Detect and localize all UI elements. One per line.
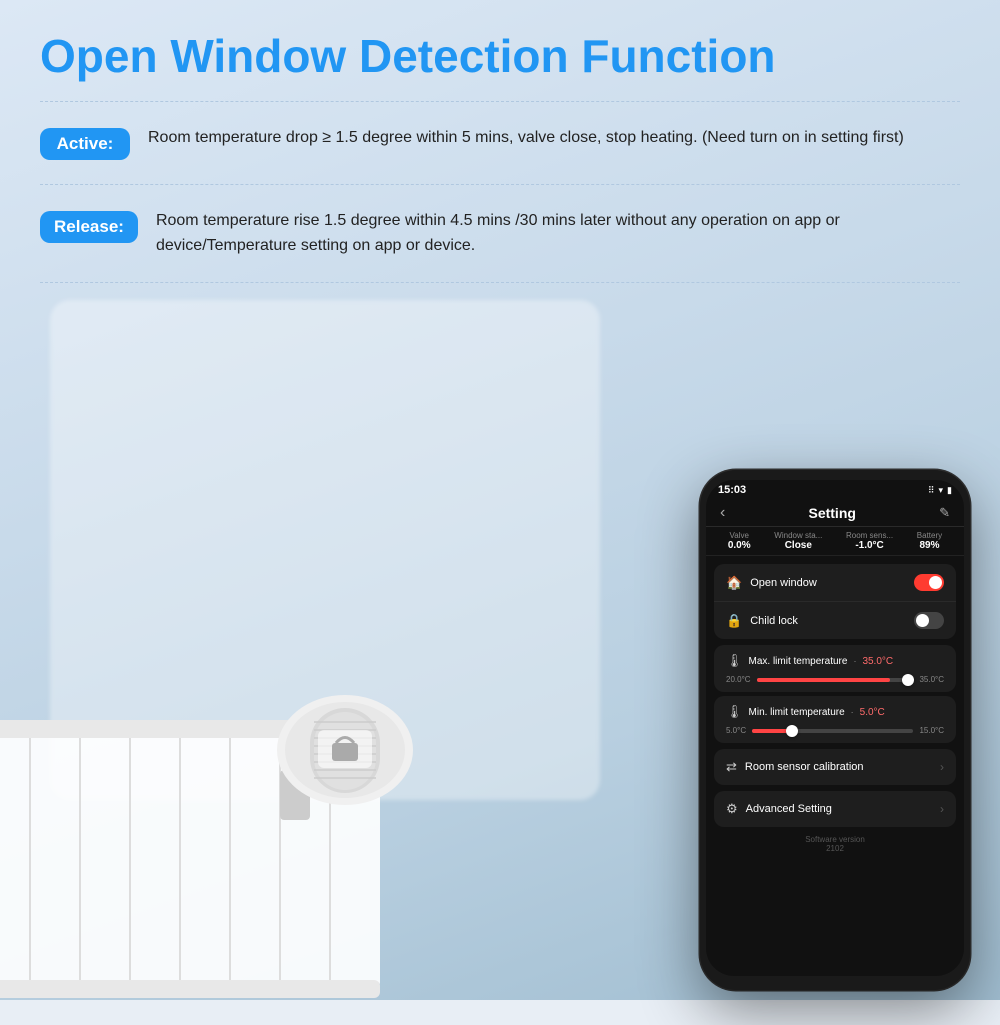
child-lock-label: Child lock [750,615,798,627]
max-temp-separator: · [853,656,856,666]
advanced-row[interactable]: ⚙ Advanced Setting › [714,791,956,827]
room-sensor-label: Room sens... [846,531,893,540]
max-temp-slider-container: 20.0°C 35.0°C [726,675,944,684]
min-temp-section: 🌡 Min. limit temperature · 5.0°C 5.0°C 1… [714,696,956,743]
setting-title: Setting [725,505,939,521]
software-version-label: Software version [706,835,964,844]
room-sensor-chevron: › [940,760,944,774]
advanced-left: ⚙ Advanced Setting [726,801,832,817]
open-window-row: 🏠 Open window [714,564,956,602]
min-temp-separator: · [851,707,854,717]
min-temp-slider-track[interactable] [752,729,913,733]
child-lock-icon: 🔒 [726,613,742,629]
max-slider-min-label: 20.0°C [726,675,751,684]
phone-time: 15:03 [718,484,746,496]
child-lock-left: 🔒 Child lock [726,613,798,629]
room-sensor-row[interactable]: ⇄ Room sensor calibration › [714,749,956,785]
valve-value: 0.0% [728,540,751,551]
main-content: Open Window Detection Function Active: R… [0,0,1000,313]
valve-status: Valve 0.0% [728,531,751,551]
max-temp-title: Max. limit temperature [749,656,848,667]
release-badge: Release: [40,211,138,243]
max-temp-icon: 🌡 [726,653,743,669]
min-temp-slider-container: 5.0°C 15.0°C [726,726,944,735]
min-temp-title: Min. limit temperature [749,707,845,718]
room-sensor-row-icon: ⇄ [726,759,737,775]
advanced-section: ⚙ Advanced Setting › [714,791,956,827]
battery-status: Battery 89% [917,531,942,551]
release-row: Release: Room temperature rise 1.5 degre… [40,195,960,273]
min-slider-min-label: 5.0°C [726,726,746,735]
page-title: Open Window Detection Function [40,30,960,83]
min-temp-label-row: 🌡 Min. limit temperature · 5.0°C [726,704,944,720]
min-temp-slider-thumb[interactable] [786,725,798,737]
room-sensor-status: Room sens... -1.0°C [846,531,893,551]
advanced-icon: ⚙ [726,801,738,817]
room-sensor-value: -1.0°C [846,540,893,551]
divider-mid [40,184,960,185]
child-lock-toggle[interactable] [914,612,944,629]
window-label: Window sta... [774,531,822,540]
open-window-left: 🏠 Open window [726,575,817,591]
max-temp-label-row: 🌡 Max. limit temperature · 35.0°C [726,653,944,669]
open-window-icon: 🏠 [726,575,742,591]
release-text: Room temperature rise 1.5 degree within … [156,209,960,259]
battery-value: 89% [917,540,942,551]
min-temp-value: 5.0°C [860,707,885,718]
open-window-label: Open window [750,577,817,589]
wifi-icon: ▾ [939,485,944,496]
divider-bot [40,282,960,283]
advanced-label: Advanced Setting [746,803,832,815]
phone-nav-header: ‹ Setting ✎ [706,498,964,527]
device-status-row: Valve 0.0% Window sta... Close Room sens… [706,527,964,556]
battery-label: Battery [917,531,942,540]
active-badge: Active: [40,128,130,160]
phone-screen: 15:03 ⠿ ▾ ▮ ‹ Setting ✎ Valve 0.0% [706,480,964,976]
active-text: Room temperature drop ≥ 1.5 degree withi… [148,126,960,151]
max-temp-slider-thumb[interactable] [902,674,914,686]
max-temp-slider-track[interactable] [757,678,914,682]
phone-status-bar: 15:03 ⠿ ▾ ▮ [706,480,964,498]
edit-button[interactable]: ✎ [939,505,950,521]
software-version-section: Software version 2102 [706,827,964,857]
max-temp-value: 35.0°C [862,656,893,667]
open-window-toggle[interactable] [914,574,944,591]
advanced-chevron: › [940,802,944,816]
active-row: Active: Room temperature drop ≥ 1.5 degr… [40,112,960,174]
software-version-value: 2102 [706,844,964,853]
window-status: Window sta... Close [774,531,822,551]
room-sensor-left: ⇄ Room sensor calibration [726,759,864,775]
phone-status-icons: ⠿ ▾ ▮ [928,485,952,496]
max-slider-max-label: 35.0°C [919,675,944,684]
max-temp-section: 🌡 Max. limit temperature · 35.0°C 20.0°C… [714,645,956,692]
battery-icon: ▮ [947,485,952,496]
max-temp-slider-fill [757,678,890,682]
valve-label: Valve [728,531,751,540]
room-sensor-row-label: Room sensor calibration [745,761,864,773]
window-value: Close [774,540,822,551]
radiator-decoration [0,570,540,1020]
phone-mockup: 15:03 ⠿ ▾ ▮ ‹ Setting ✎ Valve 0.0% [700,470,970,990]
toggle-settings-section: 🏠 Open window 🔒 Child lock [714,564,956,639]
phone-outer-shell: 15:03 ⠿ ▾ ▮ ‹ Setting ✎ Valve 0.0% [700,470,970,990]
divider-top [40,101,960,102]
child-lock-row: 🔒 Child lock [714,602,956,639]
min-slider-max-label: 15.0°C [919,726,944,735]
room-sensor-section: ⇄ Room sensor calibration › [714,749,956,785]
signal-icon: ⠿ [928,485,935,496]
min-temp-icon: 🌡 [726,704,743,720]
